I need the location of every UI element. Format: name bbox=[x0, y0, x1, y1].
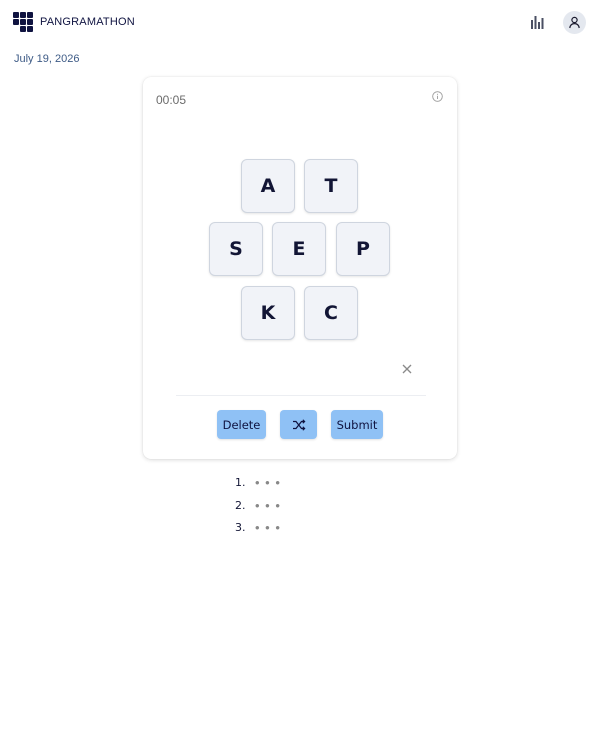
letter-tile-top-right[interactable]: T bbox=[304, 159, 358, 213]
answer-number: 2. bbox=[235, 498, 246, 512]
letter-tile-mid-right[interactable]: P bbox=[336, 222, 390, 276]
letter-tile-top-left[interactable]: A bbox=[241, 159, 295, 213]
puzzle-date: July 19, 2026 bbox=[14, 53, 80, 65]
input-divider bbox=[176, 395, 426, 396]
app-title: PANGRAMATHON bbox=[40, 16, 135, 28]
list-item: 2. • • • bbox=[235, 497, 295, 522]
shuffle-icon bbox=[292, 418, 305, 431]
submit-button[interactable]: Submit bbox=[331, 410, 383, 439]
list-item: 1. • • • bbox=[235, 475, 295, 499]
answer-placeholder: • • • bbox=[255, 497, 281, 513]
answer-number: 3. bbox=[235, 521, 246, 534]
close-icon[interactable] bbox=[401, 363, 413, 375]
shuffle-button[interactable] bbox=[280, 410, 317, 439]
game-card: 00:05 A T S E P K C Delete Submit bbox=[143, 77, 457, 459]
top-header: PANGRAMATHON bbox=[0, 0, 600, 46]
list-item: 3. • • • bbox=[235, 520, 295, 544]
letter-tile-bottom-left[interactable]: K bbox=[241, 286, 295, 340]
answer-number: 1. bbox=[235, 476, 246, 489]
grid-logo-icon bbox=[13, 12, 34, 33]
timer: 00:05 bbox=[156, 93, 187, 107]
bar-chart-icon bbox=[531, 16, 544, 29]
letter-tile-center[interactable]: E bbox=[272, 222, 326, 276]
profile-button[interactable] bbox=[563, 11, 586, 34]
delete-button[interactable]: Delete bbox=[217, 410, 266, 439]
letter-tile-mid-left[interactable]: S bbox=[209, 222, 263, 276]
answer-placeholder: • • • bbox=[255, 475, 281, 490]
letter-tile-bottom-right[interactable]: C bbox=[304, 286, 358, 340]
stats-button[interactable] bbox=[527, 13, 547, 33]
user-icon bbox=[569, 16, 580, 29]
answer-placeholder: • • • bbox=[255, 520, 281, 535]
answer-list: 1. • • • 2. • • • 3. • • • bbox=[235, 475, 295, 544]
info-icon[interactable] bbox=[432, 91, 443, 102]
